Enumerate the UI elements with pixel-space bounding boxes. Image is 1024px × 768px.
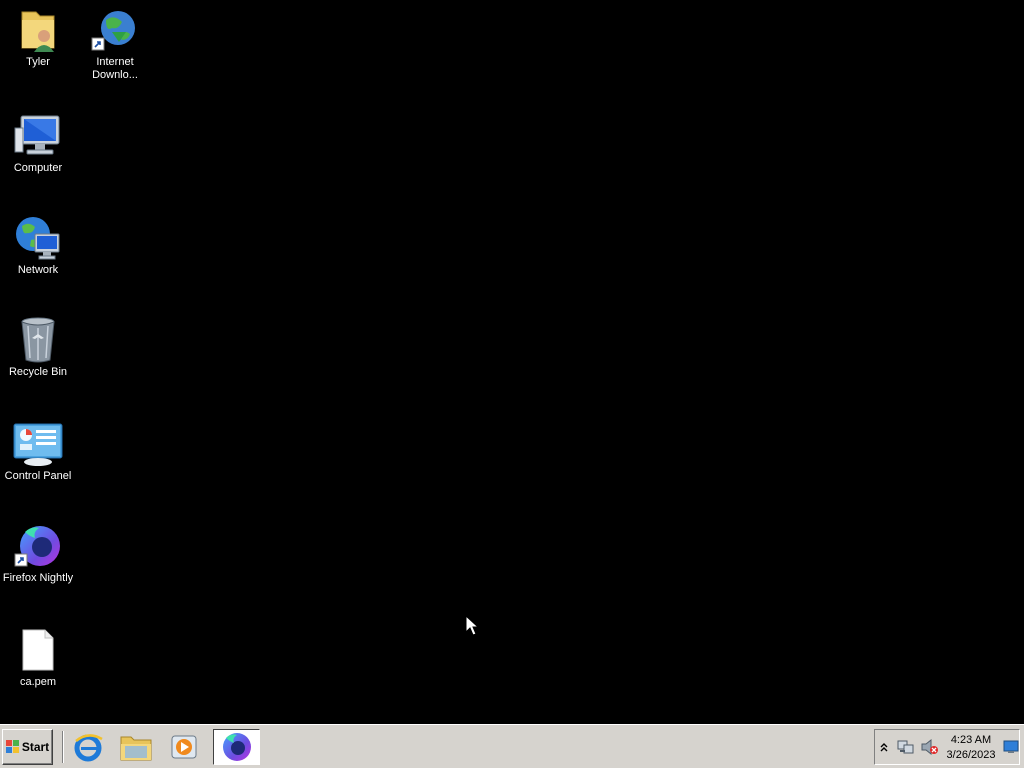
icon-label: Control Panel <box>4 470 72 482</box>
taskbar-clock[interactable]: 4:23 AM 3/26/2023 <box>943 733 999 763</box>
recycle-bin-icon <box>21 317 55 363</box>
user-folder-icon <box>21 11 55 52</box>
show-hidden-icons-chevron[interactable] <box>879 741 889 753</box>
control-panel-icon <box>13 423 63 466</box>
show-desktop-icon[interactable] <box>1003 740 1019 754</box>
icon-label: Tyler <box>26 56 50 68</box>
mouse-cursor-icon <box>465 615 479 636</box>
taskbar-button-firefox-nightly[interactable] <box>213 729 260 765</box>
quick-launch-media-player[interactable] <box>164 730 204 764</box>
internet-download-manager-icon <box>91 11 135 51</box>
desktop-icon-firefox-nightly[interactable]: Firefox Nightly <box>0 522 76 585</box>
desktop[interactable]: Tyler Internet Downlo... Computer Networ… <box>0 0 1024 724</box>
clock-time: 4:23 AM <box>950 734 992 746</box>
desktop-icon-network[interactable]: Network <box>0 214 76 277</box>
system-tray: 4:23 AM 3/26/2023 <box>874 729 1020 765</box>
windows-logo-icon <box>5 740 19 753</box>
clock-date: 3/26/2023 <box>946 749 996 761</box>
volume-muted-icon[interactable] <box>921 738 939 756</box>
icon-label: Recycle Bin <box>8 366 68 378</box>
network-icon[interactable] <box>897 738 915 756</box>
icon-label: Network <box>17 264 59 276</box>
windows-explorer-icon <box>120 736 152 761</box>
desktop-icon-internet-download-manager[interactable]: Internet Downlo... <box>77 6 153 82</box>
icon-label: Computer <box>13 162 63 174</box>
quick-launch-windows-explorer[interactable] <box>116 730 156 764</box>
computer-icon <box>14 115 60 155</box>
quick-launch-internet-explorer[interactable] <box>68 730 108 764</box>
file-icon <box>22 629 54 671</box>
firefox-nightly-icon <box>14 526 60 567</box>
start-label: Start <box>21 740 50 754</box>
desktop-icon-ca-pem[interactable]: ca.pem <box>0 626 76 689</box>
icon-label: Firefox Nightly <box>2 572 74 584</box>
desktop-icon-tyler[interactable]: Tyler <box>0 6 76 69</box>
desktop-icon-control-panel[interactable]: Control Panel <box>0 420 76 483</box>
desktop-icon-recycle-bin[interactable]: Recycle Bin <box>0 316 76 379</box>
taskbar: Start 4:23 AM 3/26/2023 <box>0 724 1024 768</box>
internet-explorer-icon <box>74 734 103 762</box>
desktop-icon-computer[interactable]: Computer <box>0 112 76 175</box>
media-player-icon <box>171 735 197 759</box>
icon-label: Internet Downlo... <box>92 56 138 81</box>
firefox-nightly-icon <box>222 733 251 761</box>
network-icon <box>16 217 60 260</box>
start-button[interactable]: Start <box>2 729 53 765</box>
taskbar-separator <box>62 731 64 763</box>
icon-label: ca.pem <box>19 676 57 688</box>
